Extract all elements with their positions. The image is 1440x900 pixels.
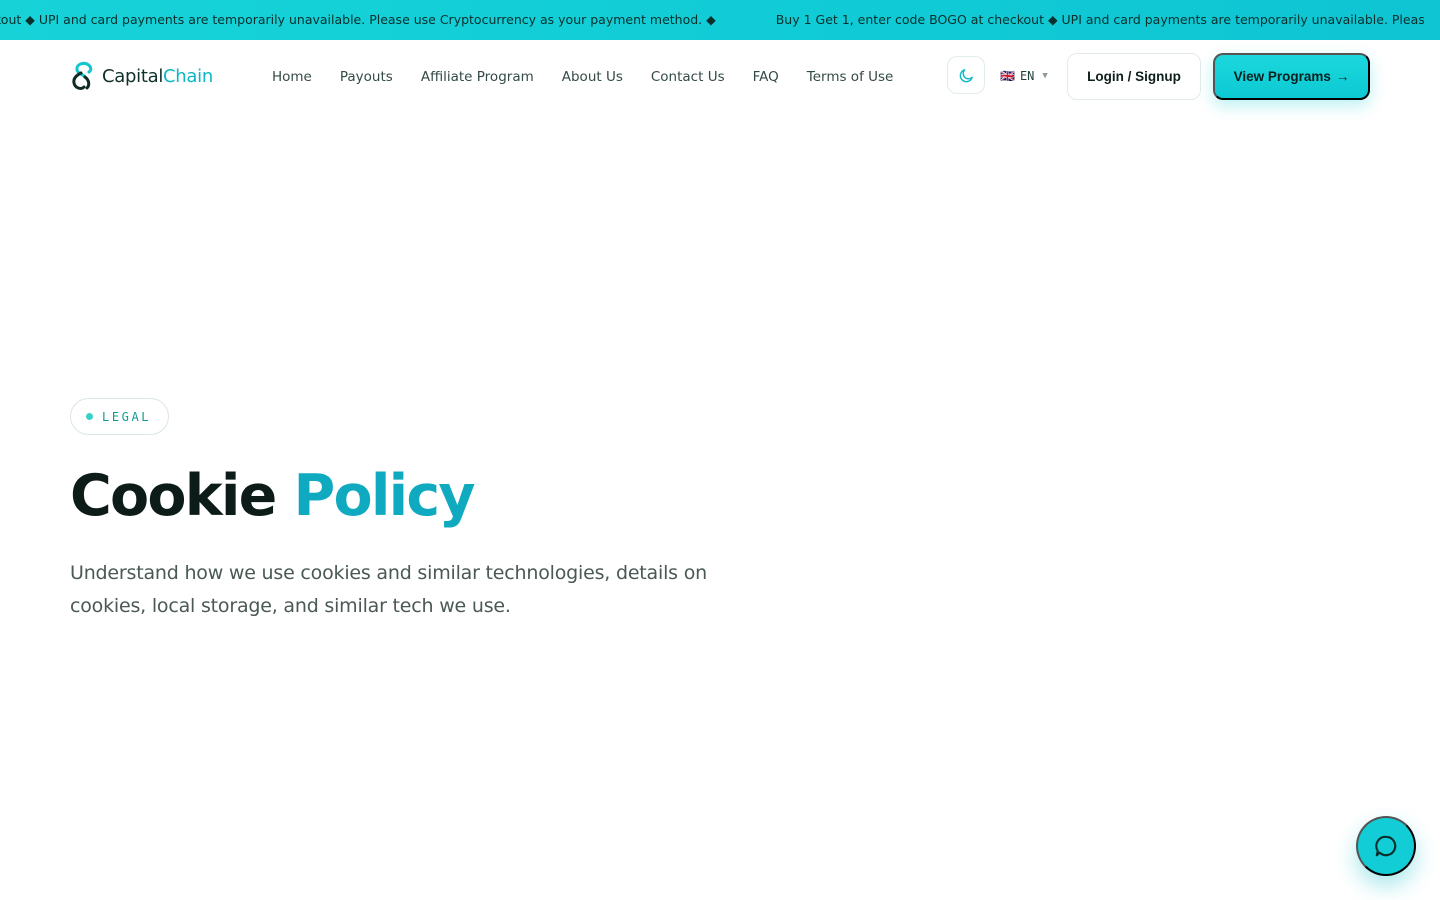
brand-logo[interactable]: CapitalChain <box>70 60 213 92</box>
nav-link-affiliate-program[interactable]: Affiliate Program <box>421 69 534 85</box>
announcement-text: kout ◆ UPI and card payments are tempora… <box>0 12 716 27</box>
main-nav: Home Payouts Affiliate Program About Us … <box>272 40 893 114</box>
hero-section: LEGAL Cookie Policy Understand how we us… <box>70 398 770 623</box>
nav-link-about-us[interactable]: About Us <box>562 69 623 85</box>
language-code: EN <box>1019 69 1035 83</box>
nav-link-home[interactable]: Home <box>272 69 312 85</box>
nav-link-payouts[interactable]: Payouts <box>340 69 393 85</box>
flag-icon: 🇬🇧 <box>1000 69 1015 83</box>
nav-link-faq[interactable]: FAQ <box>753 69 779 85</box>
chevron-down-icon: ▼ <box>1042 71 1048 81</box>
page-title: Cookie Policy <box>70 463 475 529</box>
announcement-text: Buy 1 Get 1, enter code BOGO at checkout… <box>775 12 1425 27</box>
section-badge: LEGAL <box>70 398 170 435</box>
nav-link-terms-of-use[interactable]: Terms of Use <box>807 69 894 85</box>
view-programs-label: View Programs <box>1233 69 1331 84</box>
language-selector[interactable]: 🇬🇧 EN ▼ <box>1000 66 1048 86</box>
navbar: CapitalChain Home Payouts Affiliate Prog… <box>0 40 1440 114</box>
page-subtitle: Understand how we use cookies and simila… <box>70 562 707 617</box>
chain-logo-icon <box>72 61 93 90</box>
nav-link-contact-us[interactable]: Contact Us <box>651 69 725 85</box>
view-programs-button[interactable]: View Programs → <box>1213 53 1370 100</box>
brand-name: CapitalChain <box>102 65 213 87</box>
chat-button[interactable] <box>1356 816 1416 876</box>
announcement-bar: kout ◆ UPI and card payments are tempora… <box>0 0 1440 40</box>
arrow-right-icon: → <box>1335 69 1350 84</box>
badge-dot-icon <box>86 413 93 420</box>
theme-toggle-button[interactable] <box>947 56 985 94</box>
announcement-track: kout ◆ UPI and card payments are tempora… <box>0 0 1425 40</box>
badge-label: LEGAL <box>102 409 152 424</box>
chat-bubble-icon <box>1375 835 1397 857</box>
login-signup-button[interactable]: Login / Signup <box>1067 53 1201 100</box>
moon-icon <box>959 68 973 82</box>
